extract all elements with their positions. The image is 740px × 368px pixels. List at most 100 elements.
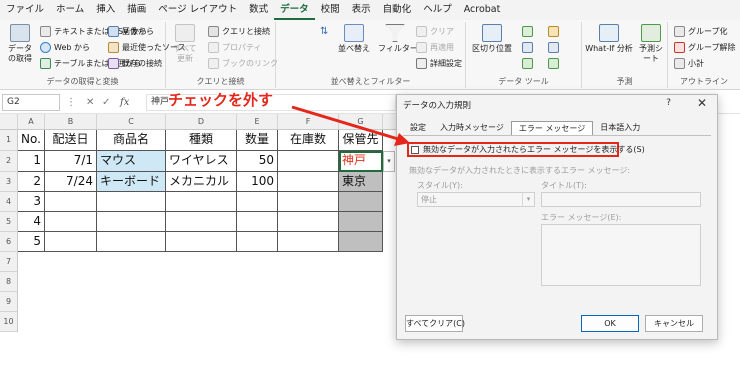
from-web-button[interactable]: Web から xyxy=(40,42,90,53)
table-cell[interactable]: 100 xyxy=(237,172,278,192)
selected-cell-g2[interactable]: 神戸 xyxy=(339,151,383,172)
row-header-10[interactable]: 10 xyxy=(0,312,18,332)
reapply-button[interactable]: 再適用 xyxy=(416,42,454,53)
row-header-8[interactable]: 8 xyxy=(0,272,18,292)
table-cell[interactable] xyxy=(166,212,237,232)
tab-settings[interactable]: 設定 xyxy=(403,121,433,135)
help-icon[interactable]: ? xyxy=(666,98,671,108)
table-cell[interactable] xyxy=(278,151,339,172)
col-header-b[interactable]: B xyxy=(45,114,97,130)
select-all-corner[interactable] xyxy=(0,114,18,130)
menu-data[interactable]: データ xyxy=(274,1,315,20)
flash-fill-button[interactable] xyxy=(522,26,536,37)
data-validation-button[interactable] xyxy=(522,58,536,69)
row-header-4[interactable]: 4 xyxy=(0,192,18,212)
col-header-h[interactable] xyxy=(383,114,397,130)
table-cell[interactable] xyxy=(339,192,383,212)
header-cell-quantity[interactable]: 数量 xyxy=(237,130,278,151)
ok-button[interactable]: OK xyxy=(581,315,639,332)
what-if-button[interactable]: What-If 分析 xyxy=(584,24,634,54)
col-header-g[interactable]: G xyxy=(339,114,383,130)
row-header-6[interactable]: 6 xyxy=(0,232,18,252)
table-cell[interactable]: 東京 xyxy=(339,172,383,192)
table-cell[interactable]: 7/1 xyxy=(45,151,97,172)
group-button[interactable]: グループ化 xyxy=(674,26,728,37)
menu-insert[interactable]: 挿入 xyxy=(90,0,121,20)
menu-acrobat[interactable]: Acrobat xyxy=(458,0,507,20)
table-cell[interactable]: キーボード xyxy=(97,172,166,192)
table-cell[interactable] xyxy=(166,192,237,212)
row-header-5[interactable]: 5 xyxy=(0,212,18,232)
table-cell[interactable] xyxy=(339,212,383,232)
menu-home[interactable]: ホーム xyxy=(50,0,90,20)
title-input[interactable] xyxy=(541,192,701,207)
tab-ime-mode[interactable]: 日本語入力 xyxy=(593,121,647,135)
existing-connections-button[interactable]: 既存の接続 xyxy=(108,58,162,69)
table-cell[interactable] xyxy=(237,192,278,212)
properties-button[interactable]: プロパティ xyxy=(208,42,262,53)
header-cell-ship-date[interactable]: 配送日 xyxy=(45,130,97,151)
table-cell[interactable]: マウス xyxy=(97,151,166,172)
table-cell[interactable] xyxy=(278,172,339,192)
error-message-textarea[interactable] xyxy=(541,224,701,286)
menu-draw[interactable]: 描画 xyxy=(121,0,152,20)
menu-review[interactable]: 校閲 xyxy=(315,0,346,20)
table-cell[interactable]: ワイヤレス xyxy=(166,151,237,172)
header-cell-no[interactable]: No. xyxy=(18,130,45,151)
clear-all-button[interactable]: すべてクリア(C) xyxy=(405,315,465,332)
sort-button[interactable]: 並べ替え xyxy=(336,24,372,54)
header-cell-product[interactable]: 商品名 xyxy=(97,130,166,151)
menu-formulas[interactable]: 数式 xyxy=(243,0,274,20)
table-cell[interactable] xyxy=(278,232,339,252)
style-select[interactable]: 停止 ▾ xyxy=(417,192,535,207)
queries-connections-button[interactable]: クエリと接続 xyxy=(208,26,270,37)
table-cell[interactable] xyxy=(237,212,278,232)
menu-view[interactable]: 表示 xyxy=(346,0,377,20)
header-cell-storage[interactable]: 保管先 xyxy=(339,130,383,151)
col-header-d[interactable]: D xyxy=(166,114,237,130)
name-box[interactable]: G2 xyxy=(2,94,60,111)
table-cell[interactable] xyxy=(97,192,166,212)
table-cell[interactable] xyxy=(45,232,97,252)
header-cell-type[interactable]: 種類 xyxy=(166,130,237,151)
cancel-button[interactable]: キャンセル xyxy=(645,315,703,332)
consolidate-button[interactable] xyxy=(548,26,562,37)
table-cell[interactable] xyxy=(166,232,237,252)
col-header-f[interactable]: F xyxy=(278,114,339,130)
get-data-button[interactable]: データの取得 xyxy=(6,24,34,64)
show-error-alert-checkbox-row[interactable]: 無効なデータが入力されたらエラー メッセージを表示する(S) xyxy=(407,142,645,157)
fx-icon[interactable]: fx xyxy=(120,94,129,111)
ungroup-button[interactable]: グループ解除 xyxy=(674,42,736,53)
filter-button[interactable]: フィルター xyxy=(378,24,418,54)
table-cell[interactable]: 2 xyxy=(18,172,45,192)
advanced-filter-button[interactable]: 詳細設定 xyxy=(416,58,462,69)
row-header-9[interactable]: 9 xyxy=(0,292,18,312)
table-cell[interactable]: 50 xyxy=(237,151,278,172)
table-cell[interactable] xyxy=(97,212,166,232)
tab-error-message[interactable]: エラー メッセージ xyxy=(510,121,594,135)
cancel-icon[interactable]: ✕ xyxy=(86,94,94,111)
row-header-3[interactable]: 3 xyxy=(0,172,18,192)
table-cell[interactable]: 5 xyxy=(18,232,45,252)
show-error-alert-checkbox[interactable] xyxy=(411,145,419,154)
col-header-c[interactable]: C xyxy=(97,114,166,130)
tab-input-message[interactable]: 入力時メッセージ xyxy=(433,121,511,135)
subtotal-button[interactable]: 小計 xyxy=(674,58,704,69)
menu-automate[interactable]: 自動化 xyxy=(377,0,418,20)
remove-duplicates-button[interactable] xyxy=(522,42,536,53)
relationships-button[interactable] xyxy=(548,42,562,53)
image-from-button[interactable]: 画像から xyxy=(108,26,154,37)
forecast-sheet-button[interactable]: 予測シート xyxy=(638,24,664,64)
edit-links-button[interactable]: ブックのリンク xyxy=(208,58,278,69)
table-cell[interactable] xyxy=(97,232,166,252)
row-header-7[interactable]: 7 xyxy=(0,252,18,272)
table-cell[interactable]: メカニカル xyxy=(166,172,237,192)
data-model-button[interactable] xyxy=(548,58,562,69)
table-cell[interactable]: 4 xyxy=(18,212,45,232)
sort-az-icon[interactable]: ⇅ xyxy=(320,26,328,37)
menu-help[interactable]: ヘルプ xyxy=(417,0,458,20)
row-header-1[interactable]: 1 xyxy=(0,130,18,151)
table-cell[interactable] xyxy=(339,232,383,252)
col-header-e[interactable]: E xyxy=(237,114,278,130)
table-cell[interactable] xyxy=(45,212,97,232)
